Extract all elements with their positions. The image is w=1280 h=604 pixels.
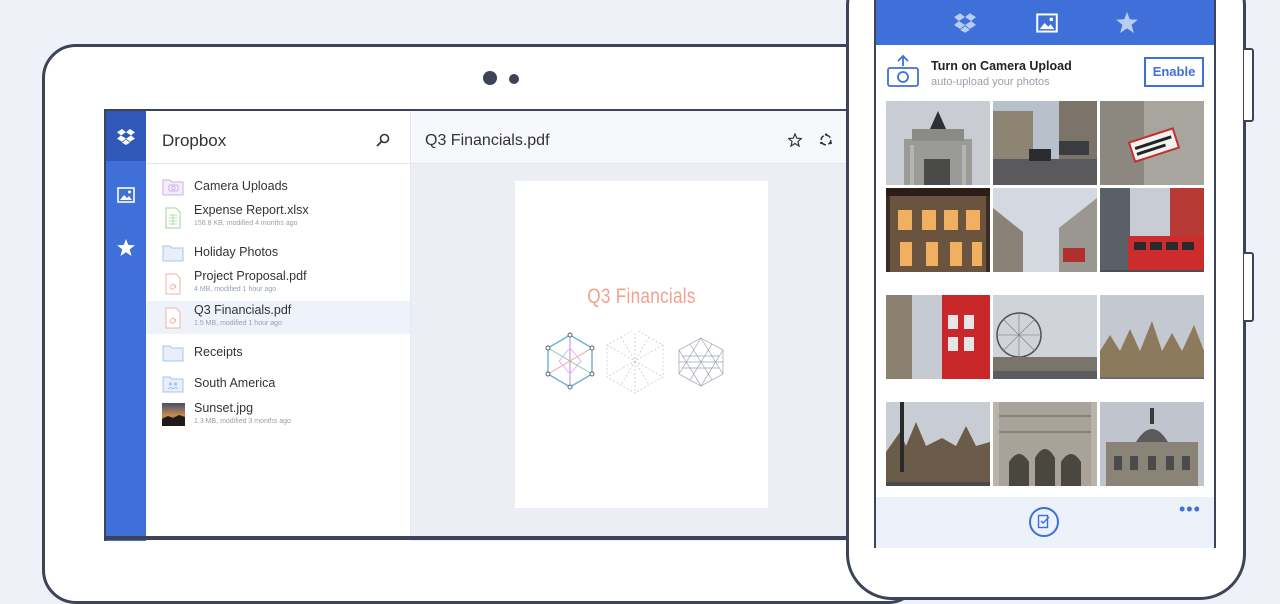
- shared-folder-icon: [162, 374, 184, 394]
- folder-icon: [162, 243, 184, 263]
- photo-thumbnail[interactable]: [1100, 188, 1204, 272]
- search-icon[interactable]: [376, 133, 390, 152]
- pdf-icon: [162, 307, 184, 329]
- photos-icon[interactable]: [106, 175, 146, 215]
- photo-thumbnail[interactable]: [1100, 402, 1204, 486]
- colored-hexagon: [545, 332, 595, 390]
- image-thumbnail: [162, 403, 185, 426]
- enable-button[interactable]: Enable: [1144, 57, 1204, 87]
- grid-hexagon: [678, 337, 724, 387]
- photo-thumbnail[interactable]: [1100, 295, 1204, 379]
- photo-thumbnail[interactable]: [993, 295, 1097, 379]
- file-meta: 1.5 MB, modified 1 hour ago: [194, 320, 282, 327]
- list-item[interactable]: Project Proposal.pdf 4 MB, modified 1 ho…: [146, 267, 410, 300]
- photo-thumbnail[interactable]: [886, 402, 990, 486]
- nav-rail: [106, 111, 146, 541]
- star-icon[interactable]: [106, 227, 146, 267]
- list-item[interactable]: Expense Report.xlsx 156.8 KB, modified 4…: [146, 201, 410, 234]
- camera-folder-icon: [162, 177, 184, 197]
- list-item[interactable]: Receipts: [146, 337, 410, 370]
- list-header: Dropbox: [146, 111, 410, 164]
- share-icon[interactable]: [819, 133, 833, 152]
- file-meta: 1.3 MB, modified 3 months ago: [194, 418, 291, 425]
- list-item[interactable]: Holiday Photos: [146, 237, 410, 270]
- file-name: Holiday Photos: [194, 245, 279, 259]
- phone-tab-bar: [876, 0, 1214, 45]
- hexagon-graphics: [545, 331, 724, 394]
- tablet-sensor: [509, 74, 519, 84]
- document-header: Q3 Financials.pdf: [411, 111, 864, 164]
- file-name: Q3 Financials.pdf: [194, 303, 292, 317]
- photo-thumbnail[interactable]: [993, 402, 1097, 486]
- tablet-camera: [483, 71, 497, 85]
- tablet-screen: Dropbox Camera Uploads Expense Report.xl…: [104, 109, 864, 541]
- file-name: Camera Uploads: [194, 179, 288, 193]
- phone-app-bar: •••: [876, 497, 1214, 548]
- list-item[interactable]: South America: [146, 368, 410, 401]
- file-list-pane: Dropbox Camera Uploads Expense Report.xl…: [146, 111, 411, 541]
- photo-thumbnail[interactable]: [886, 295, 990, 379]
- tablet-screen-edge: [104, 536, 864, 540]
- dropbox-icon[interactable]: [942, 0, 988, 45]
- file-name: Expense Report.xlsx: [194, 203, 309, 217]
- folder-icon: [162, 343, 184, 363]
- banner-title: Turn on Camera Upload: [931, 59, 1072, 73]
- banner-subtitle: auto-upload your photos: [931, 76, 1050, 88]
- file-meta: 4 MB, modified 1 hour ago: [194, 286, 277, 293]
- spreadsheet-icon: [162, 207, 184, 229]
- photo-thumbnail[interactable]: [993, 188, 1097, 272]
- dropbox-icon[interactable]: [106, 117, 146, 157]
- phone-side-button: [1244, 48, 1254, 122]
- file-name: South America: [194, 376, 276, 390]
- document-pane: Q3 Financials.pdf Q3 Financials: [411, 111, 864, 541]
- file-name: Receipts: [194, 345, 243, 359]
- list-item-selected[interactable]: Q3 Financials.pdf 1.5 MB, modified 1 hou…: [146, 301, 410, 334]
- file-meta: 156.8 KB, modified 4 months ago: [194, 220, 298, 227]
- photo-thumbnail[interactable]: [993, 101, 1097, 185]
- select-icon[interactable]: [1029, 507, 1059, 537]
- list-title: Dropbox: [162, 131, 227, 150]
- list-item[interactable]: Sunset.jpg 1.3 MB, modified 3 months ago: [146, 399, 410, 432]
- camera-upload-banner: Turn on Camera Upload auto-upload your p…: [876, 45, 1214, 101]
- list-item[interactable]: Camera Uploads: [146, 171, 410, 204]
- photos-icon[interactable]: [1024, 0, 1070, 45]
- file-name: Project Proposal.pdf: [194, 269, 307, 283]
- star-icon[interactable]: [1104, 0, 1150, 45]
- more-button[interactable]: •••: [1179, 499, 1201, 520]
- phone-screen: Turn on Camera Upload auto-upload your p…: [874, 0, 1216, 548]
- phone-side-button: [1244, 252, 1254, 322]
- file-name: Sunset.jpg: [194, 401, 254, 415]
- photo-thumbnail[interactable]: [1100, 101, 1204, 185]
- photo-thumbnail[interactable]: [886, 101, 990, 185]
- pdf-icon: [162, 273, 184, 295]
- camera-upload-icon: [886, 54, 920, 93]
- photo-thumbnail[interactable]: [886, 188, 990, 272]
- dashed-hexagon: [606, 331, 664, 394]
- pdf-heading: Q3 Financials: [587, 285, 696, 308]
- pdf-page: Q3 Financials: [515, 181, 768, 508]
- document-title: Q3 Financials.pdf: [425, 132, 550, 149]
- star-icon[interactable]: [787, 132, 803, 152]
